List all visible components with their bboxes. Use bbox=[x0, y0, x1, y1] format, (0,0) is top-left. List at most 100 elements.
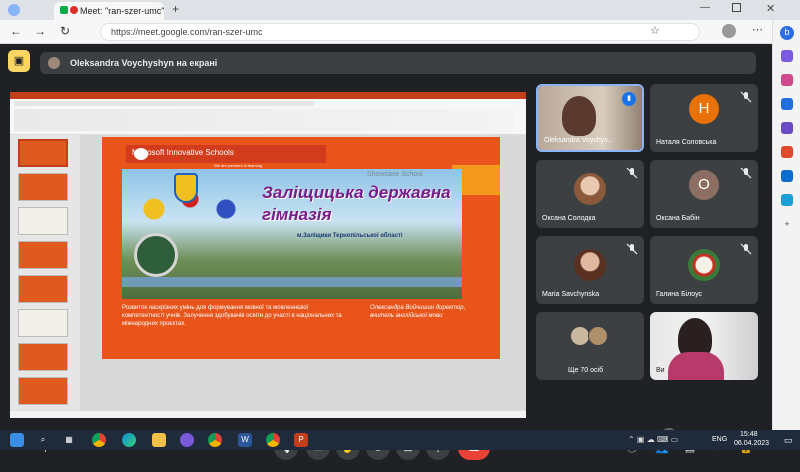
file-explorer-icon[interactable] bbox=[152, 433, 166, 447]
slide-author: Олександра Войчишин директор, вчитель ан… bbox=[370, 305, 466, 319]
chrome-icon[interactable] bbox=[208, 433, 222, 447]
bing-icon[interactable]: b bbox=[780, 26, 794, 40]
slide-thumbnails bbox=[10, 135, 80, 410]
games-icon[interactable] bbox=[781, 122, 793, 134]
participant-name: Oleksandra Voychys... bbox=[544, 137, 614, 144]
notification-icon[interactable]: ▭ bbox=[784, 435, 793, 446]
town-label: м.Заліщики Тернопільської області bbox=[297, 233, 403, 239]
meet-window: ▣ Oleksandra Voychyshyn на екрані Micros… bbox=[0, 44, 772, 460]
maximize-icon[interactable] bbox=[732, 3, 741, 12]
participant-name: Наталя Соловська bbox=[656, 139, 717, 146]
back-icon[interactable]: ← bbox=[10, 24, 22, 38]
slide-thumbnail[interactable] bbox=[18, 241, 68, 269]
current-slide: Microsoft Innovative Schools We are part… bbox=[102, 137, 500, 359]
presentation-icon[interactable]: ▣ bbox=[8, 50, 30, 72]
search-icon[interactable]: ⌕ bbox=[36, 433, 50, 447]
recording-icon bbox=[70, 6, 78, 14]
showcase-label: Showcase School bbox=[367, 171, 423, 178]
mic-off-icon bbox=[740, 242, 752, 255]
browser-tab[interactable]: Meet: "ran-szer-umc" bbox=[54, 2, 164, 20]
school-name-line1: Заліщицька державна bbox=[262, 183, 451, 202]
chrome-icon[interactable] bbox=[266, 433, 280, 447]
add-icon[interactable]: + bbox=[781, 218, 793, 230]
favorites-icon[interactable]: ☆ bbox=[650, 24, 660, 37]
participant-name: Оксана Бабін bbox=[656, 215, 700, 222]
task-view-icon[interactable]: ▦ bbox=[62, 433, 76, 447]
shared-screen: Microsoft Innovative Schools We are part… bbox=[10, 92, 526, 418]
slide-thumbnail[interactable] bbox=[18, 207, 68, 235]
participant-name: Maria Savchynska bbox=[542, 291, 600, 298]
river bbox=[122, 277, 462, 287]
shopping-icon[interactable] bbox=[781, 74, 793, 86]
keyboard-language[interactable]: ENG bbox=[712, 436, 727, 443]
address-bar-row: ← → ↻ https://meet.google.com/ran-szer-u… bbox=[0, 20, 800, 44]
participant-name: Оксана Солодка bbox=[542, 215, 596, 222]
school-name-line2: гімназія bbox=[262, 205, 332, 224]
slide-thumbnail[interactable] bbox=[18, 343, 68, 371]
participant-tile[interactable]: О Оксана Бабін bbox=[650, 160, 758, 228]
meet-favicon bbox=[60, 6, 68, 14]
forward-icon[interactable]: → bbox=[34, 24, 46, 38]
profile-avatar[interactable] bbox=[722, 24, 736, 38]
ppt-statusbar bbox=[10, 410, 526, 418]
chrome-icon[interactable] bbox=[92, 433, 106, 447]
presenting-text: Oleksandra Voychyshyn на екрані bbox=[70, 58, 218, 68]
ppt-ribbon bbox=[10, 99, 526, 135]
more-participants-label: Ще 70 осіб bbox=[568, 367, 604, 374]
group-avatar bbox=[588, 326, 608, 346]
slide-thumbnail[interactable] bbox=[18, 309, 68, 337]
school-banner: Showcase School Заліщицька державна гімн… bbox=[122, 169, 462, 299]
participant-tile[interactable]: ▮ Oleksandra Voychys... bbox=[536, 84, 644, 152]
self-tile[interactable]: Ви bbox=[650, 312, 758, 380]
slide-canvas: Microsoft Innovative Schools We are part… bbox=[80, 135, 526, 410]
reload-icon[interactable]: ↻ bbox=[60, 24, 70, 38]
office-icon[interactable] bbox=[781, 146, 793, 158]
participant-tile[interactable]: Галина Білоус bbox=[650, 236, 758, 304]
participant-photo bbox=[574, 173, 606, 205]
participant-photo bbox=[574, 249, 606, 281]
url-field[interactable]: https://meet.google.com/ran-szer-umc bbox=[100, 23, 700, 41]
powerpoint-icon[interactable]: P bbox=[294, 433, 308, 447]
tab-title: Meet: "ran-szer-umc" bbox=[80, 6, 164, 16]
minimize-icon[interactable]: — bbox=[700, 2, 710, 13]
outlook-icon[interactable] bbox=[781, 170, 793, 182]
participant-photo bbox=[688, 249, 720, 281]
slide-thumbnail[interactable] bbox=[18, 275, 68, 303]
slide-description: Розвиток наскрізних умінь для формування… bbox=[122, 305, 342, 327]
speaker-face bbox=[562, 96, 596, 136]
school-seal bbox=[134, 233, 178, 277]
ribbon-tabs bbox=[14, 101, 314, 106]
clock-date[interactable]: 06.04.2023 bbox=[734, 440, 769, 447]
mis-tag: We are partners in learning bbox=[214, 163, 263, 168]
speaking-icon: ▮ bbox=[622, 92, 636, 106]
participant-avatar: О bbox=[689, 170, 719, 200]
ribbon-tools bbox=[14, 109, 514, 131]
url-text: https://meet.google.com/ran-szer-umc bbox=[111, 27, 263, 37]
edge-icon[interactable] bbox=[122, 433, 136, 447]
tray-icons: ⌃ ▣ ☁ ⌨ ▭ bbox=[628, 435, 679, 444]
viber-icon[interactable] bbox=[180, 433, 194, 447]
participant-tile[interactable]: Maria Savchynska bbox=[536, 236, 644, 304]
clock-time[interactable]: 15:48 bbox=[740, 431, 758, 438]
mic-off-icon bbox=[740, 90, 752, 103]
drop-icon[interactable] bbox=[781, 194, 793, 206]
participant-name: Галина Білоус bbox=[656, 291, 703, 298]
slide-thumbnail[interactable] bbox=[18, 173, 68, 201]
participant-group-tile[interactable]: Ще 70 осіб bbox=[536, 312, 644, 380]
new-tab-icon[interactable]: + bbox=[172, 2, 179, 16]
word-icon[interactable]: W bbox=[238, 433, 252, 447]
presenting-banner: Oleksandra Voychyshyn на екрані bbox=[40, 52, 756, 74]
mic-off-icon bbox=[626, 166, 638, 179]
participant-tile[interactable]: Н Наталя Соловська bbox=[650, 84, 758, 152]
edge-sidebar: b + bbox=[772, 20, 800, 430]
tools-icon[interactable] bbox=[781, 98, 793, 110]
profile-icon[interactable] bbox=[8, 4, 20, 16]
more-icon[interactable]: ⋯ bbox=[752, 23, 763, 36]
participant-tile[interactable]: Оксана Солодка bbox=[536, 160, 644, 228]
slide-thumbnail[interactable] bbox=[18, 139, 68, 167]
mic-off-icon bbox=[626, 242, 638, 255]
close-icon[interactable]: ✕ bbox=[766, 2, 775, 15]
search-icon[interactable] bbox=[781, 50, 793, 62]
slide-thumbnail[interactable] bbox=[18, 377, 68, 405]
windows-start-icon[interactable] bbox=[10, 433, 24, 447]
